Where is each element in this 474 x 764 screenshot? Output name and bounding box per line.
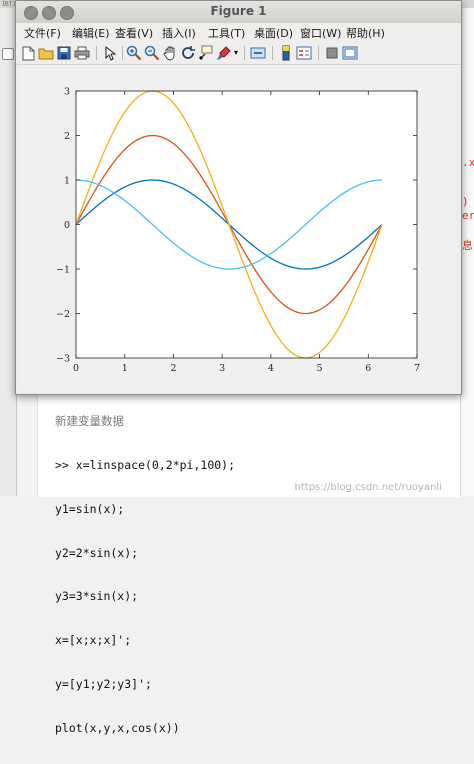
x-tick-label: 1 bbox=[122, 363, 128, 374]
y-tick-label: −1 bbox=[56, 265, 70, 276]
x-tick-label: 0 bbox=[73, 363, 79, 374]
command-line: y3=3*sin(x); bbox=[55, 589, 139, 604]
title-bar[interactable]: Figure 1 bbox=[16, 1, 461, 24]
command-line: x=[x;x;x]'; bbox=[55, 633, 132, 648]
command-line: plot(x,y,x,cos(x)) bbox=[55, 720, 180, 735]
menu-help[interactable]: 帮助(H) bbox=[346, 25, 385, 41]
y-tick-label: 3 bbox=[64, 87, 70, 98]
save-icon[interactable] bbox=[56, 45, 72, 61]
pan-icon[interactable] bbox=[162, 45, 178, 61]
x-tick-label: 6 bbox=[365, 363, 371, 374]
y-tick-label: 0 bbox=[64, 220, 70, 231]
rotate-3d-icon[interactable] bbox=[180, 45, 196, 61]
command-line: y2=2*sin(x); bbox=[55, 545, 139, 560]
x-tick-label: 3 bbox=[219, 363, 225, 374]
command-history: 新建变量数据 >> x=linspace(0,2*pi,100); y1=sin… bbox=[55, 385, 235, 764]
command-line: >> x=linspace(0,2*pi,100); bbox=[55, 457, 236, 472]
figure-toolbar: ▾ bbox=[16, 42, 461, 65]
workspace-fragment: ) bbox=[462, 195, 469, 208]
command-window-gutter bbox=[17, 381, 38, 497]
axes-background bbox=[76, 91, 417, 358]
command-line: y=[y1;y2;y3]'; bbox=[55, 676, 152, 691]
new-figure-icon[interactable] bbox=[20, 45, 36, 61]
workspace-fragment: er bbox=[462, 209, 474, 222]
data-cursor-icon[interactable] bbox=[198, 45, 214, 61]
open-file-icon[interactable] bbox=[38, 45, 54, 61]
command-window[interactable]: 新建变量数据 >> x=linspace(0,2*pi,100); y1=sin… bbox=[17, 380, 460, 735]
plot-axes[interactable]: 0 1 2 3 4 5 6 7 −3 −2 −1 0 1 2 3 bbox=[19, 65, 457, 390]
menu-file[interactable]: 文件(F) bbox=[24, 25, 61, 41]
insert-legend-icon[interactable] bbox=[296, 45, 312, 61]
figure-window[interactable]: Figure 1 文件(F) 编辑(E) 查看(V) 插入(I) 工具(T) 桌… bbox=[15, 0, 462, 395]
menu-tools[interactable]: 工具(T) bbox=[208, 25, 245, 41]
show-plot-tools-icon[interactable] bbox=[342, 45, 358, 61]
x-tick-label: 5 bbox=[317, 363, 323, 374]
figure-canvas[interactable]: 0 1 2 3 4 5 6 7 −3 −2 −1 0 1 2 3 bbox=[19, 65, 457, 390]
y-tick-label: −3 bbox=[56, 354, 70, 365]
background-panel-icon bbox=[2, 48, 14, 60]
link-plot-icon[interactable] bbox=[250, 45, 266, 61]
insert-colorbar-icon[interactable] bbox=[278, 45, 294, 61]
zoom-in-icon[interactable] bbox=[126, 45, 142, 61]
x-tick-label: 2 bbox=[170, 363, 176, 374]
menu-desktop[interactable]: 桌面(D) bbox=[254, 25, 293, 41]
y-tick-label: −2 bbox=[56, 309, 70, 320]
print-icon[interactable] bbox=[74, 45, 90, 61]
zoom-out-icon[interactable] bbox=[144, 45, 160, 61]
background-workspace-panel: .x ) er 息 bbox=[460, 8, 474, 496]
command-line: 新建变量数据 bbox=[55, 414, 124, 429]
watermark: https://blog.csdn.net/ruoyanli bbox=[294, 482, 442, 493]
y-tick-label: 2 bbox=[64, 131, 70, 142]
x-tick-label: 7 bbox=[414, 363, 420, 374]
brush-dropdown-icon[interactable]: ▾ bbox=[232, 45, 240, 61]
menu-window[interactable]: 窗口(W) bbox=[300, 25, 341, 41]
menu-view[interactable]: 查看(V) bbox=[115, 25, 153, 41]
workspace-fragment: 息 bbox=[462, 239, 473, 252]
y-tick-label: 1 bbox=[64, 176, 70, 187]
menu-edit[interactable]: 编辑(E) bbox=[72, 25, 110, 41]
menu-insert[interactable]: 插入(I) bbox=[162, 25, 196, 41]
window-title: Figure 1 bbox=[210, 4, 267, 18]
x-tick-label: 4 bbox=[268, 363, 274, 374]
menu-bar: 文件(F) 编辑(E) 查看(V) 插入(I) 工具(T) 桌面(D) 窗口(W… bbox=[16, 23, 461, 41]
command-line: y1=sin(x); bbox=[55, 501, 125, 516]
brush-icon[interactable] bbox=[216, 45, 232, 61]
edit-plot-icon[interactable] bbox=[102, 45, 118, 61]
workspace-fragment: .x bbox=[462, 156, 474, 169]
hide-plot-tools-icon[interactable] bbox=[324, 45, 340, 61]
